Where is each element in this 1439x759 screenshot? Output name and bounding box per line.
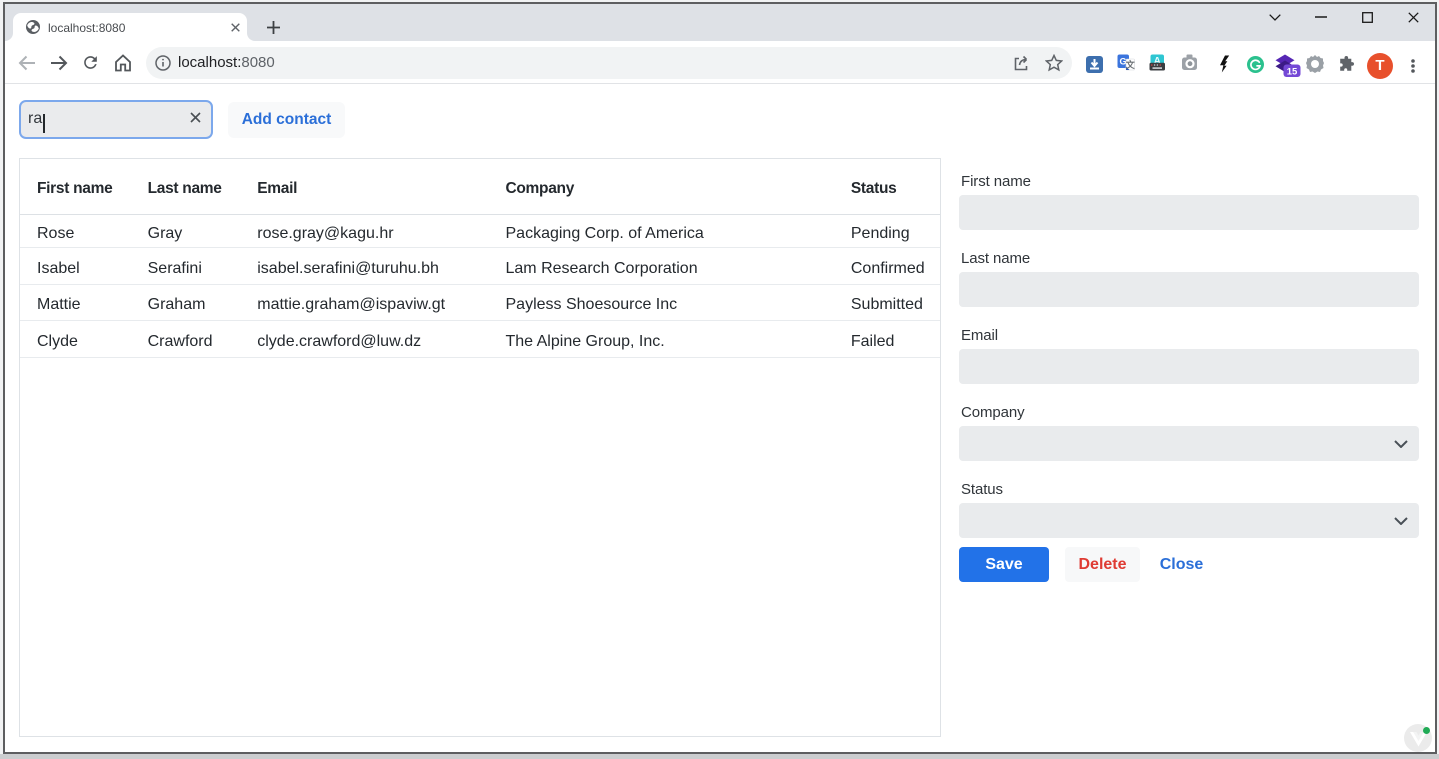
svg-text:15: 15 [1287, 66, 1298, 77]
svg-text:文: 文 [1125, 59, 1135, 70]
